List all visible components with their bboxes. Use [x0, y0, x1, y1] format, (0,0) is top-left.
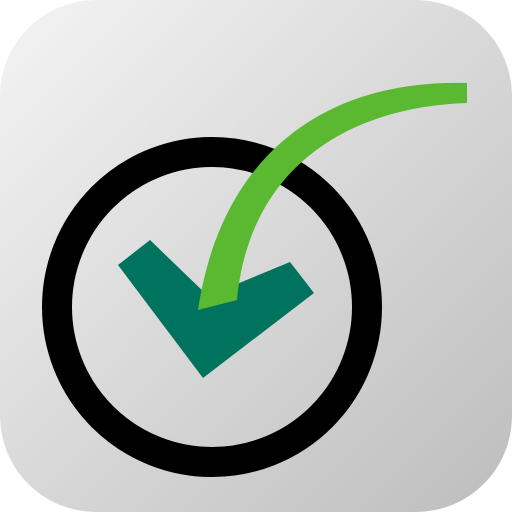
app-icon[interactable]: [0, 0, 512, 512]
app-icon-graphic: [0, 0, 512, 512]
